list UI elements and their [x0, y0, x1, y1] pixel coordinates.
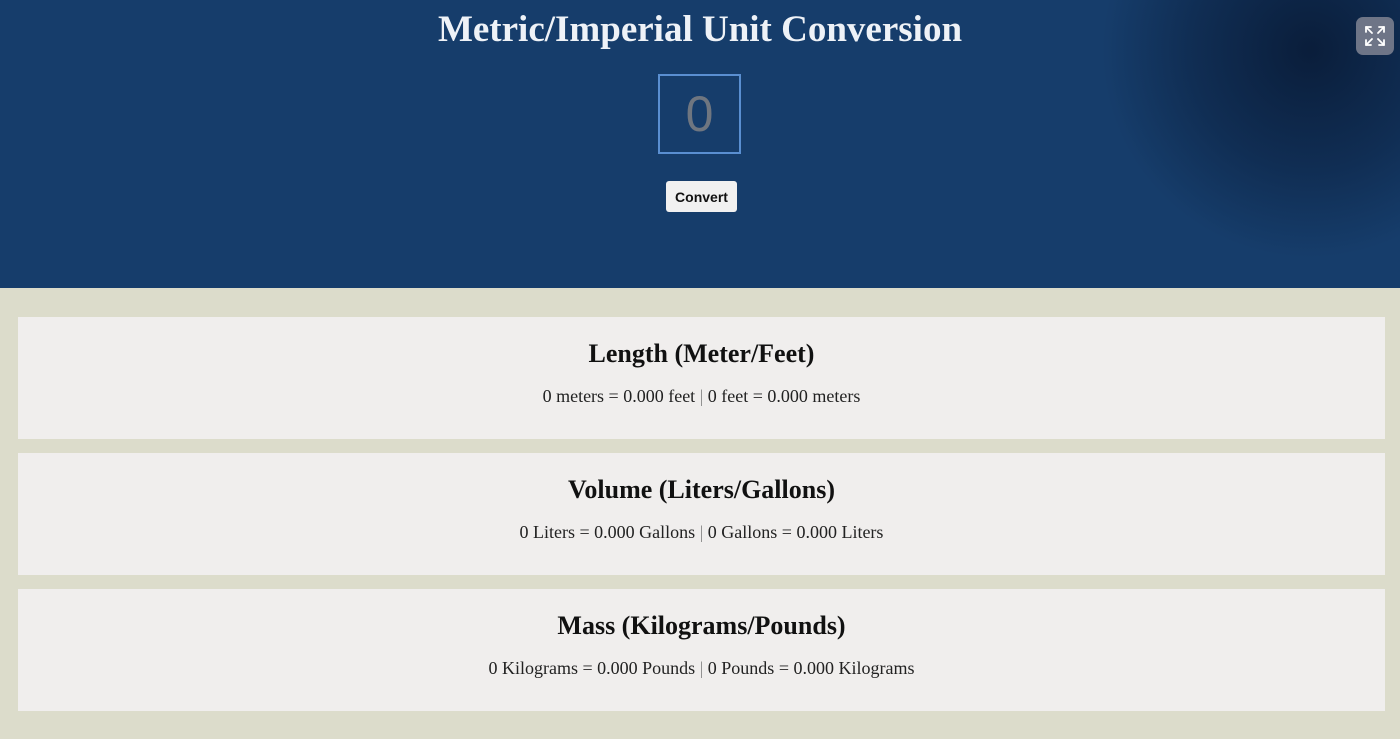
result-separator: | [699, 386, 704, 406]
result-left: 0 meters = 0.000 feet [542, 386, 696, 406]
length-card: Length (Meter/Feet) 0 meters = 0.000 fee… [18, 317, 1385, 439]
conversion-result: 0 meters = 0.000 feet | 0 feet = 0.000 m… [18, 369, 1385, 407]
card-title: Volume (Liters/Gallons) [568, 475, 835, 504]
result-separator: | [699, 522, 704, 542]
result-left: 0 Liters = 0.000 Gallons [519, 522, 696, 542]
header: Metric/Imperial Unit Conversion Convert [0, 0, 1400, 288]
conversion-result: 0 Liters = 0.000 Gallons | 0 Gallons = 0… [18, 505, 1385, 543]
expand-icon [1365, 26, 1385, 46]
volume-card: Volume (Liters/Gallons) 0 Liters = 0.000… [18, 453, 1385, 575]
result-right: 0 feet = 0.000 meters [707, 386, 861, 406]
result-right: 0 Gallons = 0.000 Liters [707, 522, 884, 542]
fullscreen-button[interactable] [1356, 17, 1394, 55]
card-title: Length (Meter/Feet) [588, 339, 815, 368]
mass-card: Mass (Kilograms/Pounds) 0 Kilograms = 0.… [18, 589, 1385, 711]
value-input[interactable] [658, 74, 741, 154]
card-title: Mass (Kilograms/Pounds) [557, 611, 846, 640]
result-right: 0 Pounds = 0.000 Kilograms [707, 658, 915, 678]
result-separator: | [699, 658, 704, 678]
page-title: Metric/Imperial Unit Conversion [437, 9, 963, 50]
convert-button[interactable]: Convert [666, 181, 737, 212]
conversion-result: 0 Kilograms = 0.000 Pounds | 0 Pounds = … [18, 641, 1385, 679]
result-left: 0 Kilograms = 0.000 Pounds [488, 658, 696, 678]
